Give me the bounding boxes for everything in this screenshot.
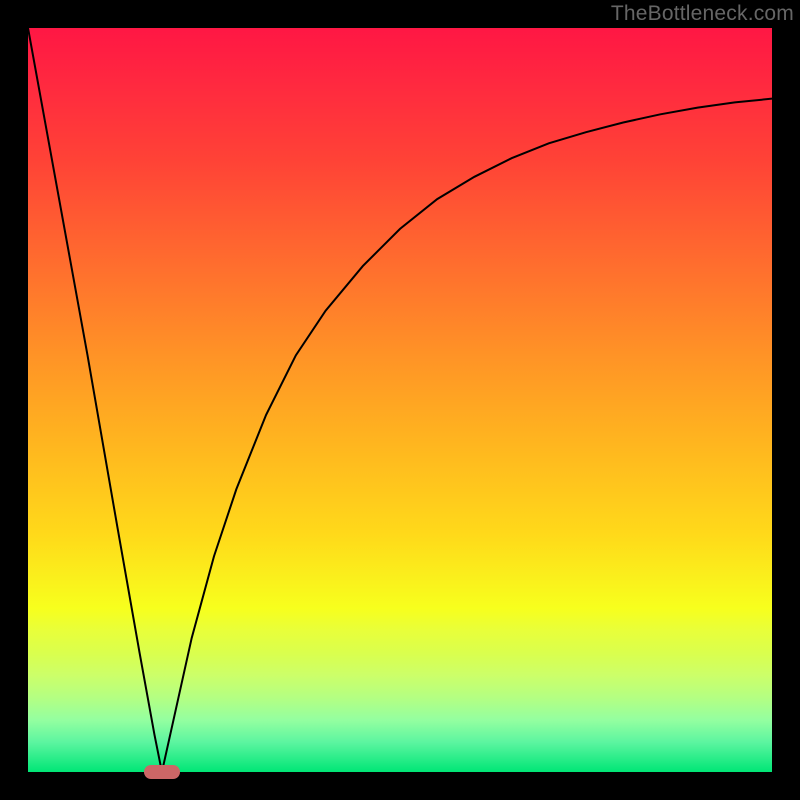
watermark-text: TheBottleneck.com	[611, 2, 794, 26]
curve-svg	[28, 28, 772, 772]
chart-frame: TheBottleneck.com	[0, 0, 800, 800]
left-branch-path	[28, 28, 162, 772]
curve-group	[28, 28, 772, 772]
right-branch-path	[162, 99, 772, 772]
plot-area	[28, 28, 772, 772]
optimum-marker	[144, 765, 180, 779]
